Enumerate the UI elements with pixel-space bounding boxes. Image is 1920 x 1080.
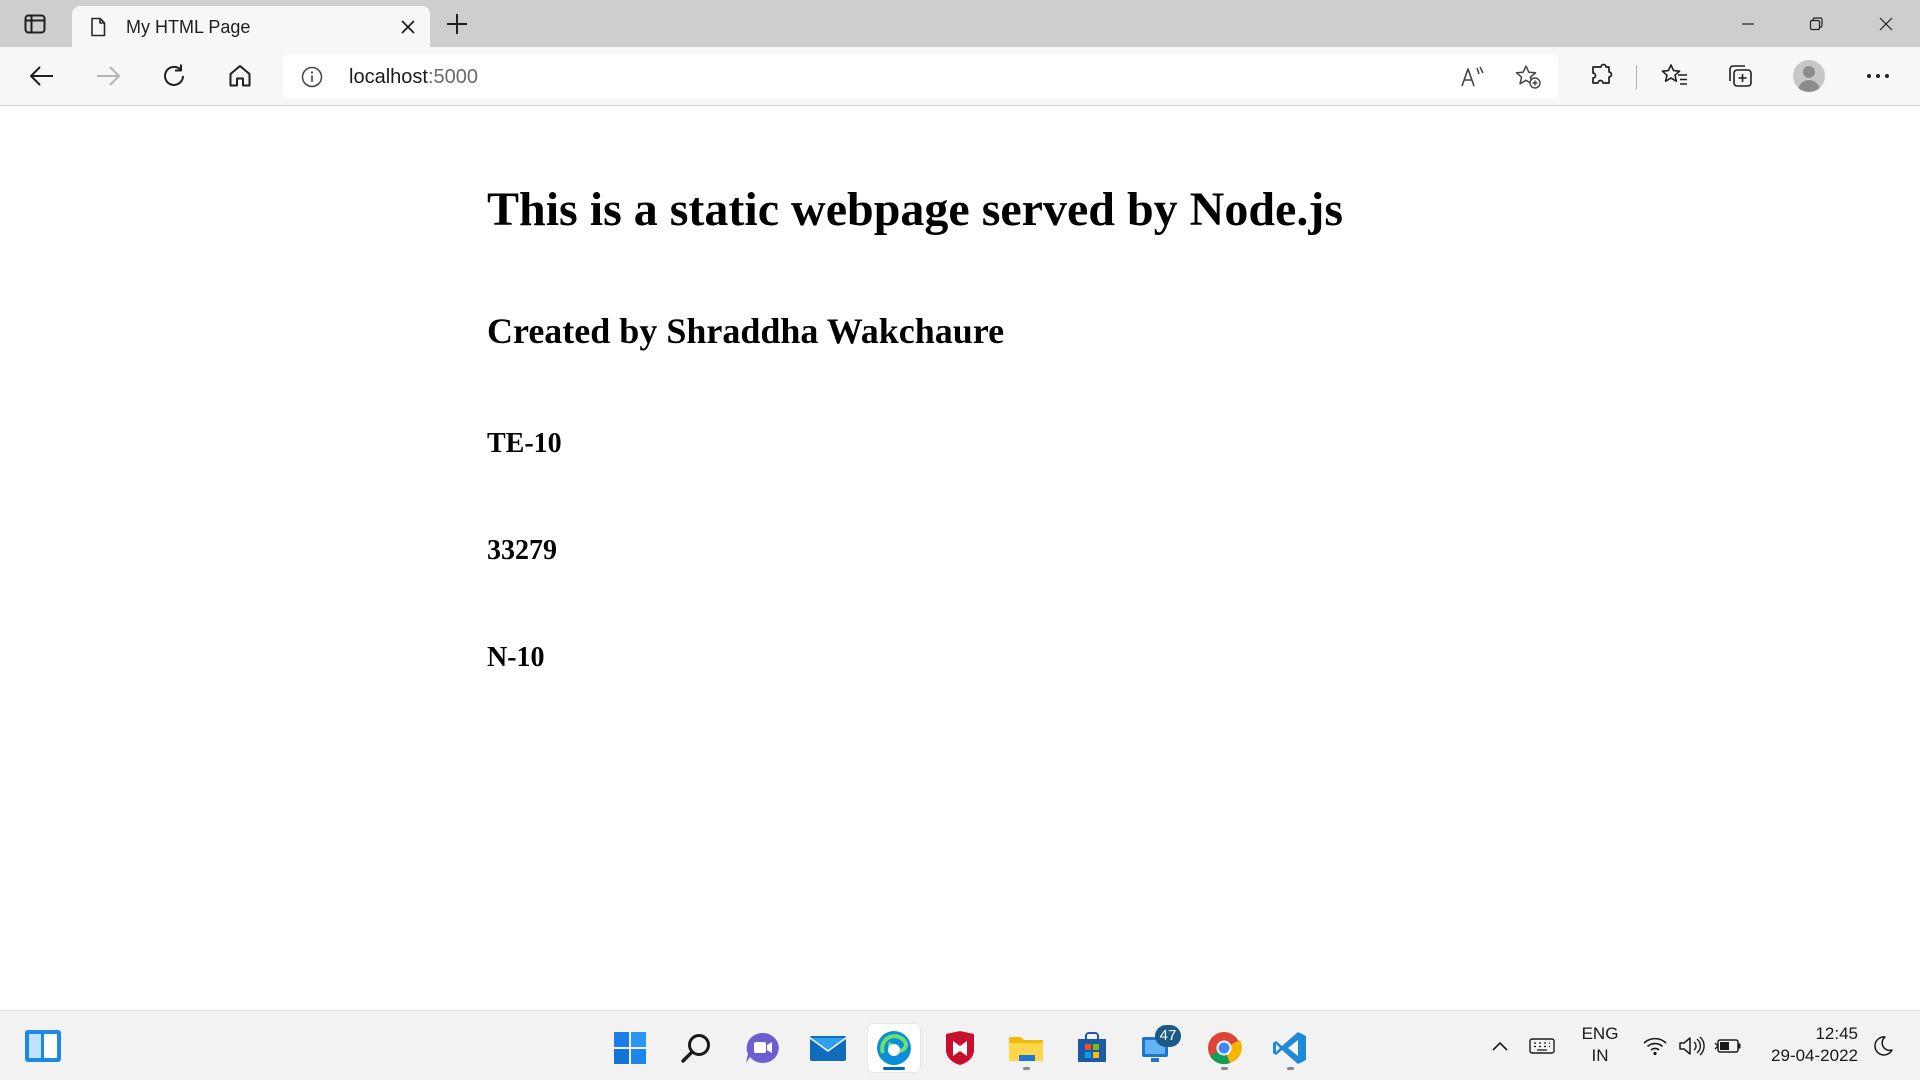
focus-moon-icon[interactable] [1870, 1033, 1896, 1059]
address-bar[interactable]: localhost:5000 [283, 54, 1558, 99]
vscode-icon[interactable] [1263, 1023, 1317, 1073]
mail-icon[interactable] [801, 1023, 855, 1073]
batch-line: N-10 [487, 642, 545, 673]
widgets-icon[interactable] [24, 1028, 62, 1064]
tab-strip: My HTML Page [0, 0, 1920, 47]
add-favorite-icon[interactable] [1513, 63, 1543, 91]
roll-number-line: 33279 [487, 535, 557, 566]
url-host: localhost [349, 66, 428, 88]
document-icon [88, 17, 108, 37]
edge-icon[interactable] [867, 1023, 921, 1073]
url-text[interactable]: localhost:5000 [349, 65, 478, 89]
minimize-icon[interactable] [1714, 0, 1782, 47]
web-page: This is a static webpage served by Node.… [0, 107, 1920, 1011]
wifi-icon[interactable] [1642, 1033, 1668, 1059]
language-indicator[interactable]: ENG IN [1574, 1023, 1626, 1067]
profile-avatar[interactable] [1793, 60, 1825, 92]
region-code: IN [1591, 1046, 1609, 1065]
chat-icon[interactable] [735, 1023, 789, 1073]
close-icon[interactable] [396, 15, 420, 39]
mcafee-icon[interactable] [933, 1023, 987, 1073]
class-line: TE-10 [487, 428, 562, 459]
search-icon[interactable] [669, 1023, 723, 1073]
start-icon[interactable] [603, 1023, 657, 1073]
active-indicator [883, 1067, 905, 1070]
more-icon[interactable] [1858, 57, 1898, 95]
running-indicator [1287, 1067, 1294, 1070]
avatar-body [1798, 80, 1820, 92]
notification-badge: 47 [1155, 1025, 1181, 1047]
url-port: :5000 [427, 66, 478, 88]
clock-time: 12:45 [1815, 1024, 1858, 1043]
plus-icon[interactable] [442, 9, 472, 39]
clock-date: 29-04-2022 [1771, 1046, 1858, 1065]
avatar-head [1803, 66, 1815, 78]
running-indicator [1221, 1067, 1228, 1070]
tab-actions-icon[interactable] [18, 10, 52, 38]
forward-arrow-icon[interactable] [88, 57, 128, 95]
page-heading: This is a static webpage served by Node.… [487, 183, 1344, 236]
toolbar-divider [1636, 65, 1637, 89]
close-window-icon[interactable] [1852, 0, 1920, 47]
volume-icon[interactable] [1678, 1033, 1706, 1059]
taskbar: 47 ENG IN 12:45 29-04-2022 [0, 1010, 1920, 1080]
store-icon[interactable] [1065, 1023, 1119, 1073]
file-explorer-icon[interactable] [999, 1023, 1053, 1073]
language-code: ENG [1581, 1024, 1619, 1043]
running-indicator [1023, 1067, 1030, 1070]
chrome-icon[interactable] [1197, 1023, 1251, 1073]
back-arrow-icon[interactable] [22, 57, 62, 95]
keyboard-icon[interactable] [1528, 1033, 1556, 1059]
tab-title: My HTML Page [126, 17, 251, 37]
chevron-up-icon[interactable] [1488, 1033, 1512, 1059]
browser-tab[interactable]: My HTML Page [72, 6, 430, 47]
page-subheading: Created by Shraddha Wakchaure [487, 311, 1005, 351]
info-icon[interactable] [301, 66, 323, 88]
browser-toolbar: localhost:5000 [0, 47, 1920, 106]
refresh-icon[interactable] [154, 57, 194, 95]
clock[interactable]: 12:45 29-04-2022 [1752, 1023, 1858, 1067]
home-icon[interactable] [220, 57, 260, 95]
read-aloud-icon[interactable] [1458, 63, 1488, 91]
collections-icon[interactable] [1721, 57, 1761, 95]
favorites-icon[interactable] [1655, 57, 1695, 95]
extensions-icon[interactable] [1582, 57, 1622, 95]
restore-icon[interactable] [1782, 0, 1850, 47]
app-updates-icon[interactable]: 47 [1131, 1023, 1185, 1073]
battery-icon[interactable] [1714, 1033, 1742, 1059]
